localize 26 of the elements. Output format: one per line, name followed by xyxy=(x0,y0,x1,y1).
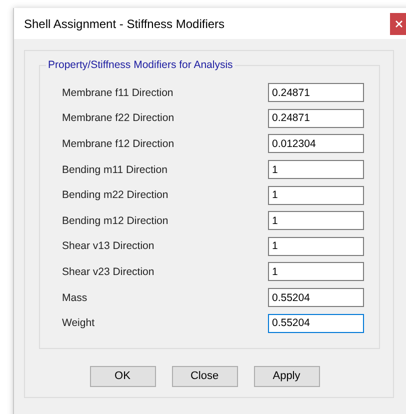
close-icon xyxy=(395,20,403,28)
dialog-button[interactable]: Apply xyxy=(254,366,320,387)
input-field[interactable]: 0.012304 xyxy=(268,134,364,154)
field-label: Bending m11 Direction xyxy=(62,164,168,176)
group-title: Property/Stiffness Modifiers for Analysis xyxy=(46,59,235,71)
window-title: Shell Assignment - Stiffness Modifiers xyxy=(23,16,225,30)
input-field[interactable]: 0.55204 xyxy=(268,314,364,333)
input-field[interactable]: 1 xyxy=(268,211,364,230)
field-label: Shear v13 Direction xyxy=(62,240,154,252)
field-label: Mass xyxy=(62,292,88,304)
field-label: Bending m12 Direction xyxy=(62,214,168,227)
field-label: Membrane f22 Direction xyxy=(62,112,174,124)
field-label: Bending m22 Direction xyxy=(62,189,168,202)
input-field[interactable]: 0.24871 xyxy=(268,83,364,102)
input-field[interactable]: 1 xyxy=(268,262,364,282)
input-field[interactable]: 1 xyxy=(268,160,364,180)
field-label: Weight xyxy=(62,317,94,330)
input-field[interactable]: 0.55204 xyxy=(268,288,364,308)
field-label: Membrane f12 Direction xyxy=(62,138,174,150)
field-label: Shear v23 Direction xyxy=(62,266,154,278)
dialog-button[interactable]: OK xyxy=(90,366,156,387)
input-field[interactable]: 1 xyxy=(268,236,364,256)
input-field[interactable]: 1 xyxy=(268,186,364,205)
dialog-button[interactable]: Close xyxy=(172,366,238,387)
input-field[interactable]: 0.24871 xyxy=(268,108,364,128)
field-label: Membrane f11 Direction xyxy=(62,86,174,99)
